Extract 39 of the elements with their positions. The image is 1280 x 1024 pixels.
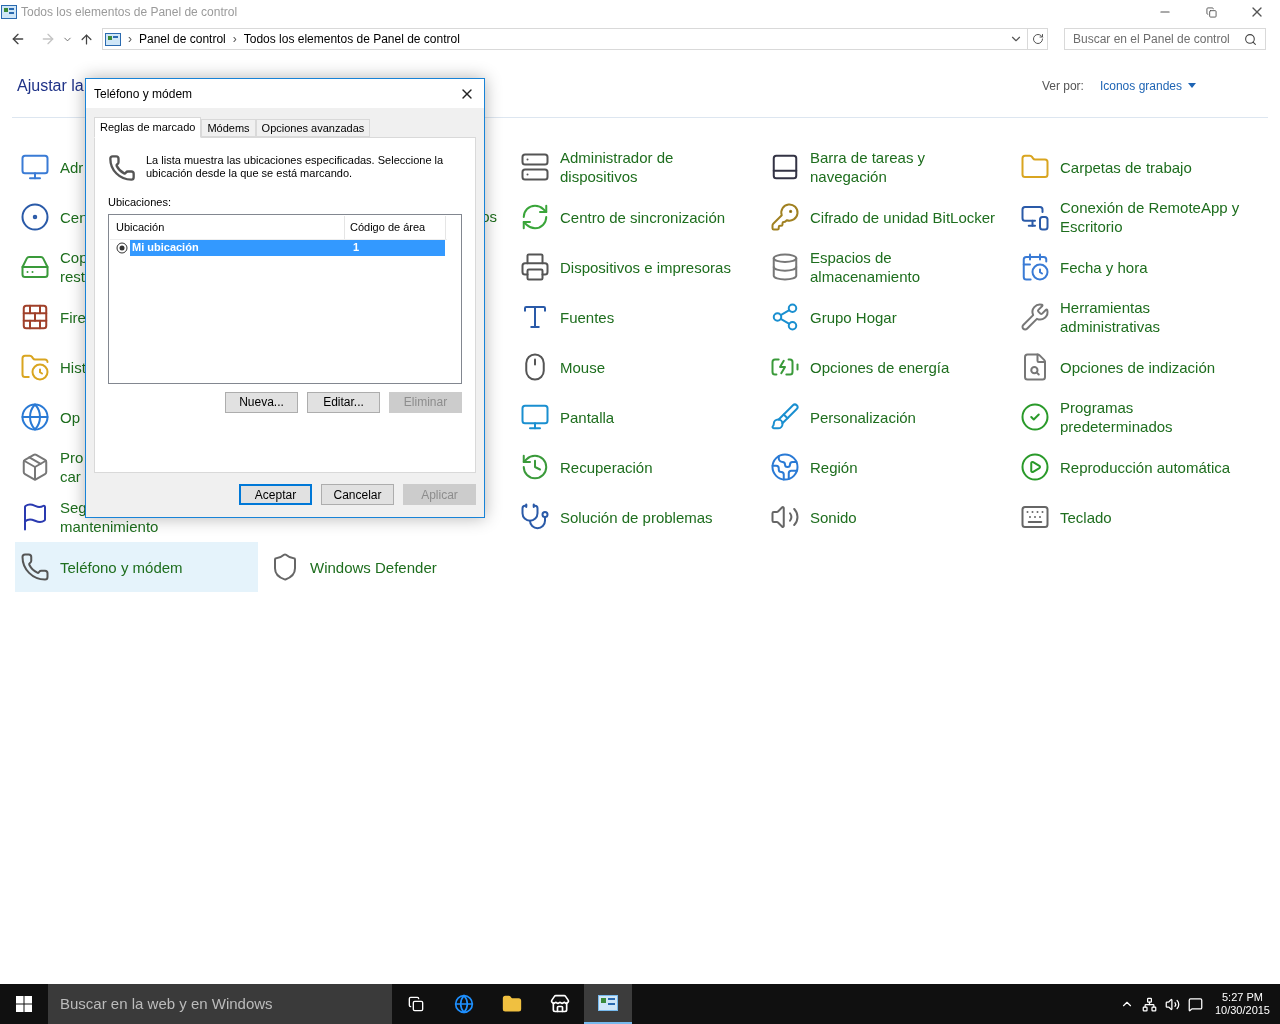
item-label: Administrador de dispositivos bbox=[560, 148, 675, 186]
item-label: Fecha y hora bbox=[1060, 257, 1148, 277]
item-label: Mouse bbox=[560, 357, 606, 377]
window-title: Todos los elementos de Panel de control bbox=[21, 4, 238, 21]
item-label: Pantalla bbox=[560, 407, 615, 427]
item-label: Personalización bbox=[810, 407, 916, 427]
item-label: Teléfono y módem bbox=[60, 557, 183, 577]
page-heading: Ajustar la bbox=[17, 75, 84, 96]
item-label: Op bbox=[60, 407, 80, 427]
item-label: Sonido bbox=[810, 507, 857, 527]
item-label: Espacios de almacenamiento bbox=[810, 248, 922, 286]
item-label: Grupo Hogar bbox=[810, 307, 897, 327]
item-label: Herramientas administrativas bbox=[1060, 298, 1162, 336]
item-label: Barra de tareas y navegación bbox=[810, 148, 927, 186]
item-label: Hist bbox=[60, 357, 86, 377]
item-label: Opciones de energía bbox=[810, 357, 950, 377]
dialog-description: La lista muestra las ubicaciones especificadas. Seleccione la ubicación desde la que se está marcando. bbox=[146, 154, 445, 180]
list-label: Ubicaciones: bbox=[108, 195, 172, 210]
item-label: Carpetas de trabajo bbox=[1060, 157, 1192, 177]
item-label: Windows Defender bbox=[310, 557, 437, 577]
item-label: Reproducción automática bbox=[1060, 457, 1231, 477]
item-label: Cifrado de unidad BitLocker bbox=[810, 207, 996, 227]
item-label: Solución de problemas bbox=[560, 507, 713, 527]
item-label: Centro de sincronización bbox=[560, 207, 726, 227]
breadcrumb-separator: › bbox=[232, 31, 237, 48]
item-label: Conexión de RemoteApp y Escritorio bbox=[1060, 198, 1241, 236]
view-by-label: Ver por: bbox=[1041, 77, 1084, 95]
item-label: Región bbox=[810, 457, 858, 477]
item-label: Fire bbox=[60, 307, 86, 327]
breadcrumb-separator: › bbox=[128, 31, 132, 48]
item-label: Programas predeterminados bbox=[1060, 398, 1174, 436]
item-label: Teclado bbox=[1060, 507, 1112, 527]
item-label: Adr bbox=[60, 157, 84, 177]
item-label: Recuperación bbox=[560, 457, 653, 477]
item-label: Pro car bbox=[60, 448, 84, 486]
item-label: Opciones de indización bbox=[1060, 357, 1216, 377]
item-label: Dispositivos e impresoras bbox=[560, 257, 731, 277]
item-label: Fuentes bbox=[560, 307, 615, 327]
dialog-title: Teléfono y módem bbox=[94, 85, 193, 103]
